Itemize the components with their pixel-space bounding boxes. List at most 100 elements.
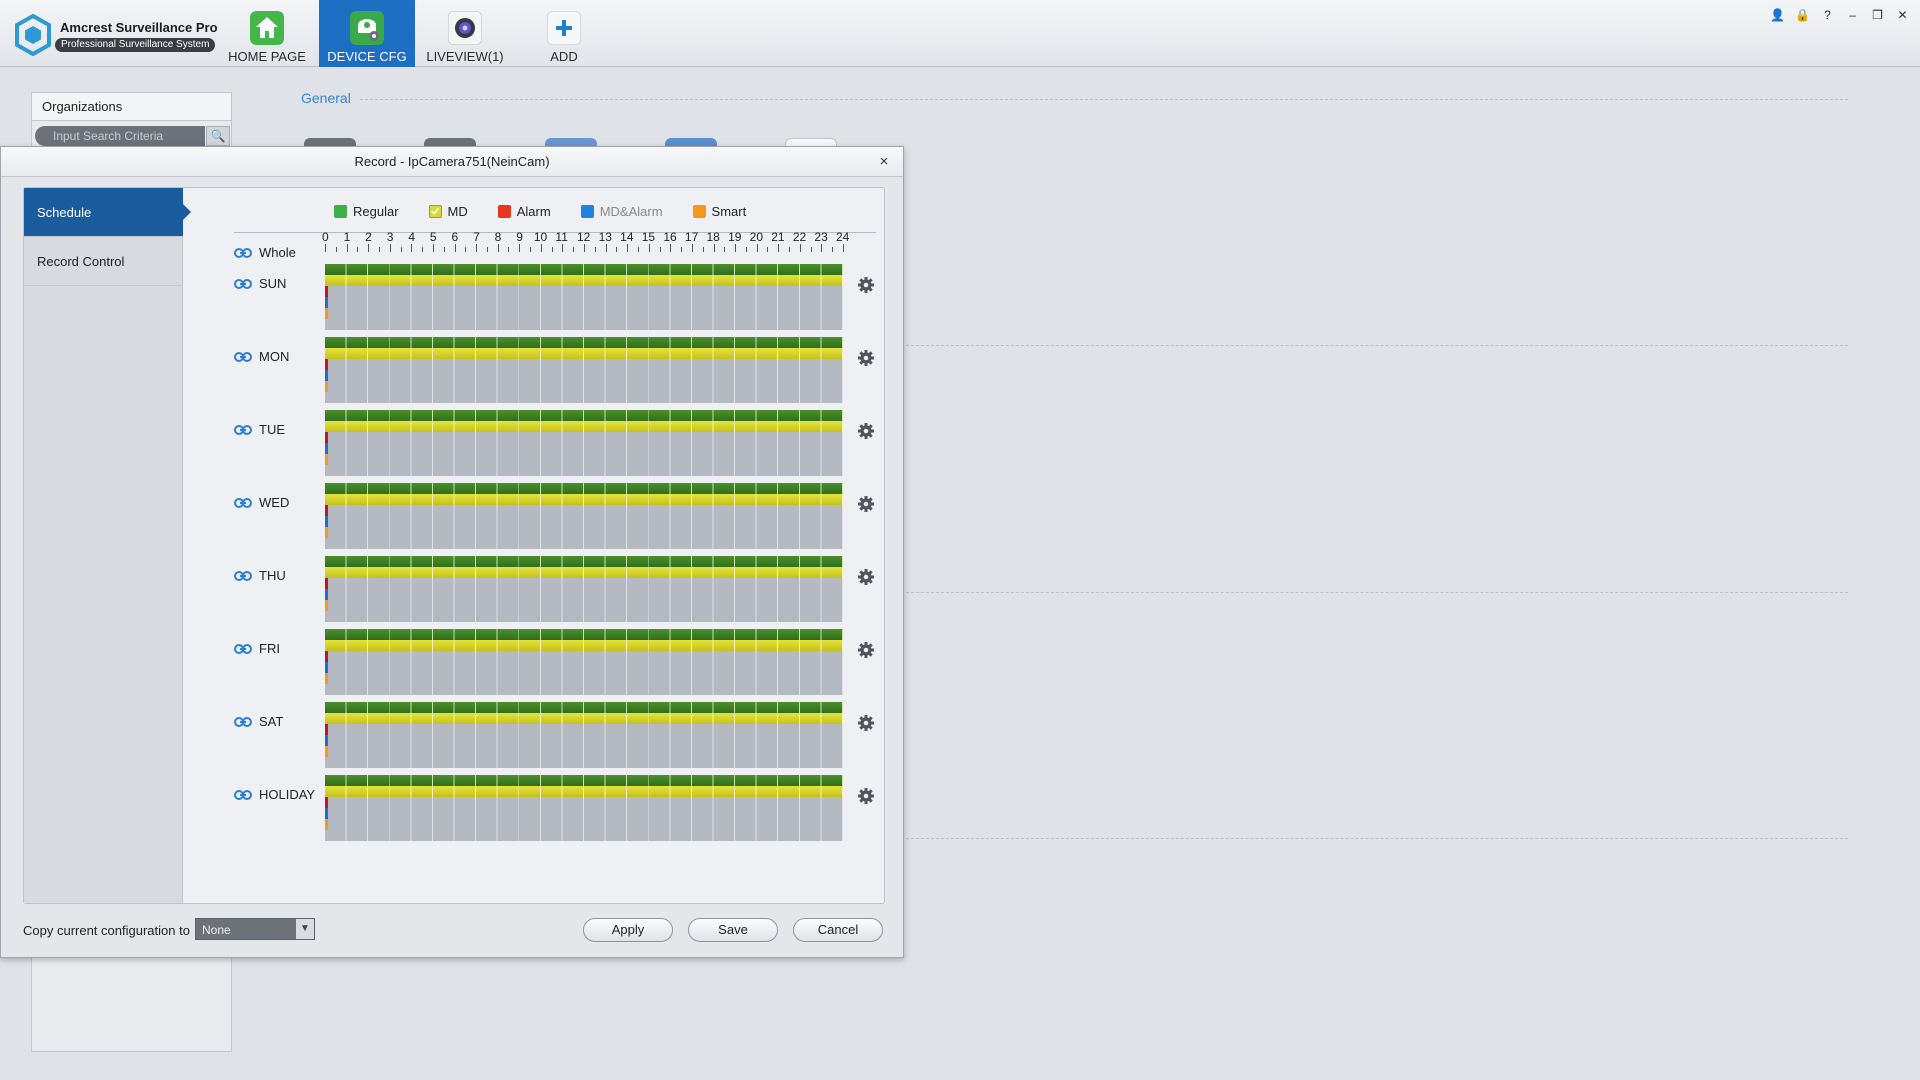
link-icon[interactable] xyxy=(234,497,252,509)
hour-tick-mark xyxy=(432,244,434,252)
hour-tick-mark xyxy=(335,247,337,252)
gear-icon[interactable] xyxy=(857,349,875,367)
regular-record-bar[interactable] xyxy=(325,410,843,421)
lock-icon[interactable]: 🔒 xyxy=(1795,8,1810,23)
hour-tick-mark xyxy=(562,244,564,252)
link-icon[interactable] xyxy=(234,351,252,363)
link-icon[interactable] xyxy=(234,643,252,655)
regular-record-bar[interactable] xyxy=(325,337,843,348)
md-record-bar[interactable] xyxy=(325,567,843,578)
top-bar: Amcrest Surveillance Pro Professional Su… xyxy=(0,0,1920,67)
hour-tick-label: 24 xyxy=(836,230,850,244)
hour-tick-label: 5 xyxy=(429,230,437,244)
minimize-icon[interactable]: – xyxy=(1845,8,1860,23)
day-schedule-sun[interactable] xyxy=(325,264,843,330)
hour-tick-mark xyxy=(821,244,823,252)
nav-home-page[interactable]: HOME PAGE xyxy=(219,0,315,67)
track-marker xyxy=(325,370,328,381)
gear-icon[interactable] xyxy=(857,495,875,513)
md-record-bar[interactable] xyxy=(325,348,843,359)
restore-icon[interactable]: ❐ xyxy=(1870,8,1885,23)
regular-record-bar[interactable] xyxy=(325,483,843,494)
close-icon[interactable]: × xyxy=(875,153,893,171)
md-record-bar[interactable] xyxy=(325,786,843,797)
day-schedule-fri[interactable] xyxy=(325,629,843,695)
hour-tick-mark xyxy=(724,247,726,252)
help-icon[interactable]: ? xyxy=(1820,8,1835,23)
save-button[interactable]: Save xyxy=(688,918,778,942)
hour-tick-mark xyxy=(486,247,488,252)
md-record-bar[interactable] xyxy=(325,421,843,432)
track-marker xyxy=(325,505,328,516)
regular-record-bar[interactable] xyxy=(325,629,843,640)
track-marker xyxy=(325,286,328,297)
hour-tick-mark xyxy=(422,247,424,252)
regular-record-bar[interactable] xyxy=(325,264,843,275)
track-marker xyxy=(325,673,328,684)
close-icon[interactable]: ✕ xyxy=(1895,8,1910,23)
link-icon[interactable] xyxy=(234,570,252,582)
link-icon[interactable] xyxy=(234,247,252,259)
day-schedule-tue[interactable] xyxy=(325,410,843,476)
search-icon[interactable]: 🔍 xyxy=(206,126,230,146)
hour-tick-label: 3 xyxy=(386,230,394,244)
track-marker xyxy=(325,600,328,611)
hour-tick-mark xyxy=(411,244,413,252)
hour-tick-mark xyxy=(832,247,834,252)
md-record-bar[interactable] xyxy=(325,275,843,286)
md-record-bar[interactable] xyxy=(325,494,843,505)
gear-icon[interactable] xyxy=(857,641,875,659)
day-schedule-thu[interactable] xyxy=(325,556,843,622)
divider xyxy=(906,592,1848,593)
gear-icon[interactable] xyxy=(857,422,875,440)
schedule-content: Regular MD Alarm MD&Alarm Smart Whole 0 … xyxy=(184,188,884,903)
nav-liveview[interactable]: LIVEVIEW(1) xyxy=(417,0,513,67)
regular-record-bar[interactable] xyxy=(325,702,843,713)
hour-tick-label: 20 xyxy=(749,230,764,244)
day-label-fri: FRI xyxy=(259,641,280,656)
gear-icon[interactable] xyxy=(857,787,875,805)
sidebar-item-record-control[interactable]: Record Control xyxy=(24,237,183,286)
gear-icon[interactable] xyxy=(857,714,875,732)
sidebar-item-schedule[interactable]: Schedule xyxy=(24,188,191,237)
gear-icon[interactable] xyxy=(857,568,875,586)
link-icon[interactable] xyxy=(234,789,252,801)
user-icon[interactable]: 👤 xyxy=(1770,8,1785,23)
copy-config-select[interactable]: None ▼ xyxy=(195,918,315,940)
md-record-bar[interactable] xyxy=(325,640,843,651)
track-marker xyxy=(325,735,328,746)
window-controls: 👤 🔒 ? – ❐ ✕ xyxy=(1770,8,1910,23)
regular-record-bar[interactable] xyxy=(325,556,843,567)
md-record-bar[interactable] xyxy=(325,713,843,724)
nav-label: LIVEVIEW(1) xyxy=(426,49,504,64)
gear-icon[interactable] xyxy=(857,276,875,294)
day-schedule-mon[interactable] xyxy=(325,337,843,403)
hour-tick-mark xyxy=(573,247,575,252)
hour-tick-mark xyxy=(648,244,650,252)
link-icon[interactable] xyxy=(234,424,252,436)
track-marker xyxy=(325,432,328,443)
search-input[interactable]: Input Search Criteria xyxy=(35,126,205,146)
camera-icon xyxy=(448,11,482,45)
track-marker xyxy=(325,578,328,589)
cancel-button[interactable]: Cancel xyxy=(793,918,883,942)
track-marker xyxy=(325,454,328,465)
app-subtitle: Professional Surveillance System xyxy=(55,38,216,52)
day-schedule-wed[interactable] xyxy=(325,483,843,549)
hour-tick-mark xyxy=(605,244,607,252)
day-schedule-holiday[interactable] xyxy=(325,775,843,841)
apply-button[interactable]: Apply xyxy=(583,918,673,942)
plus-icon xyxy=(547,11,581,45)
track-marker xyxy=(325,746,328,757)
link-icon[interactable] xyxy=(234,278,252,290)
track-marker xyxy=(325,819,328,830)
hour-tick-mark xyxy=(745,247,747,252)
hour-tick-label: 10 xyxy=(533,230,548,244)
hour-tick-label: 8 xyxy=(494,230,502,244)
hour-tick-mark xyxy=(713,244,715,252)
nav-device-cfg[interactable]: DEVICE CFG xyxy=(319,0,415,67)
link-icon[interactable] xyxy=(234,716,252,728)
regular-record-bar[interactable] xyxy=(325,775,843,786)
nav-add[interactable]: ADD xyxy=(516,0,612,67)
day-schedule-sat[interactable] xyxy=(325,702,843,768)
